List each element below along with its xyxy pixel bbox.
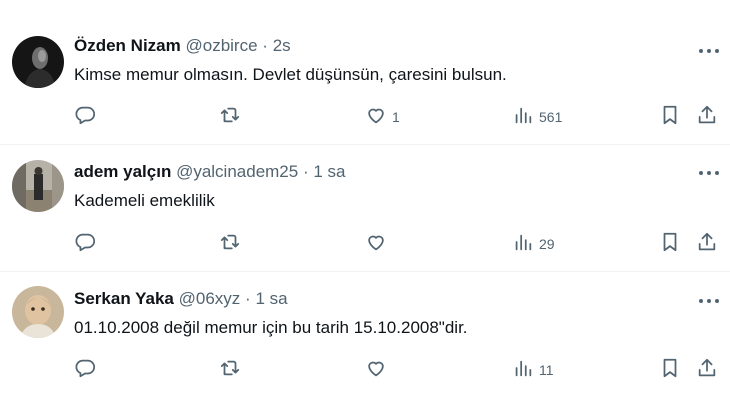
views-icon bbox=[512, 104, 534, 131]
heart-icon bbox=[365, 231, 387, 258]
tweet[interactable]: Özden Nizam @ozbirce · 2s Kimse memur ol… bbox=[0, 13, 730, 144]
share-button[interactable] bbox=[696, 105, 718, 129]
views-button[interactable]: 11 bbox=[512, 358, 554, 382]
separator: · bbox=[302, 162, 309, 181]
avatar[interactable] bbox=[12, 36, 64, 88]
bookmark-button[interactable] bbox=[659, 358, 681, 382]
tweet[interactable]: adem yalçın @yalcinadem25 · 1 sa Kademel… bbox=[0, 145, 730, 276]
more-icon[interactable] bbox=[696, 291, 722, 311]
separator: · bbox=[262, 36, 268, 55]
reply-button[interactable] bbox=[74, 232, 101, 256]
like-count: 1 bbox=[392, 109, 400, 125]
retweet-icon bbox=[219, 104, 241, 131]
tweet-text: Kademeli emeklilik bbox=[74, 191, 215, 210]
like-button[interactable] bbox=[365, 358, 392, 382]
retweet-button[interactable] bbox=[219, 105, 246, 129]
retweet-button[interactable] bbox=[219, 358, 246, 382]
like-button[interactable]: 1 bbox=[365, 105, 400, 129]
author-handle[interactable]: @06xyz bbox=[179, 289, 241, 308]
bookmark-button[interactable] bbox=[659, 232, 681, 256]
tweet-header: adem yalçın @yalcinadem25 · 1 sa bbox=[74, 162, 346, 182]
separator: · bbox=[245, 289, 251, 308]
views-button[interactable]: 29 bbox=[512, 232, 555, 256]
views-count: 561 bbox=[539, 109, 563, 125]
views-count: 29 bbox=[539, 236, 555, 252]
share-icon bbox=[696, 104, 718, 131]
tweet-text: Kimse memur olmasın. Devlet düşünsün, ça… bbox=[74, 65, 507, 84]
reply-button[interactable] bbox=[74, 358, 101, 382]
timestamp[interactable]: 1 sa bbox=[313, 162, 345, 181]
tweet[interactable]: Serkan Yaka @06xyz · 1 sa 01.10.2008 değ… bbox=[0, 272, 730, 403]
bookmark-icon bbox=[659, 231, 681, 258]
heart-icon bbox=[365, 104, 387, 131]
reply-button[interactable] bbox=[74, 105, 101, 129]
share-icon bbox=[696, 231, 718, 258]
views-icon bbox=[512, 231, 534, 258]
more-icon[interactable] bbox=[696, 163, 722, 183]
reply-icon bbox=[74, 104, 96, 131]
author-handle[interactable]: @yalcinadem25 bbox=[176, 162, 298, 181]
avatar[interactable] bbox=[12, 160, 64, 212]
retweet-button[interactable] bbox=[219, 232, 246, 256]
avatar[interactable] bbox=[12, 286, 64, 338]
tweet-header: Özden Nizam @ozbirce · 2s bbox=[74, 36, 291, 56]
share-button[interactable] bbox=[696, 358, 718, 382]
reply-icon bbox=[74, 231, 96, 258]
author-name[interactable]: adem yalçın bbox=[74, 162, 171, 181]
tweet-header: Serkan Yaka @06xyz · 1 sa bbox=[74, 289, 288, 309]
bookmark-icon bbox=[659, 104, 681, 131]
author-name[interactable]: Serkan Yaka bbox=[74, 289, 174, 308]
author-name[interactable]: Özden Nizam bbox=[74, 36, 181, 55]
bookmark-icon bbox=[659, 357, 681, 384]
retweet-icon bbox=[219, 357, 241, 384]
like-button[interactable] bbox=[365, 232, 392, 256]
tweet-text: 01.10.2008 değil memur için bu tarih 15.… bbox=[74, 318, 468, 337]
share-button[interactable] bbox=[696, 232, 718, 256]
timestamp[interactable]: 2s bbox=[273, 36, 291, 55]
heart-icon bbox=[365, 357, 387, 384]
timestamp[interactable]: 1 sa bbox=[255, 289, 287, 308]
views-button[interactable]: 561 bbox=[512, 105, 562, 129]
views-count: 11 bbox=[539, 362, 554, 378]
author-handle[interactable]: @ozbirce bbox=[185, 36, 257, 55]
retweet-icon bbox=[219, 231, 241, 258]
reply-icon bbox=[74, 357, 96, 384]
bookmark-button[interactable] bbox=[659, 105, 681, 129]
views-icon bbox=[512, 357, 534, 384]
more-icon[interactable] bbox=[696, 41, 722, 61]
share-icon bbox=[696, 357, 718, 384]
